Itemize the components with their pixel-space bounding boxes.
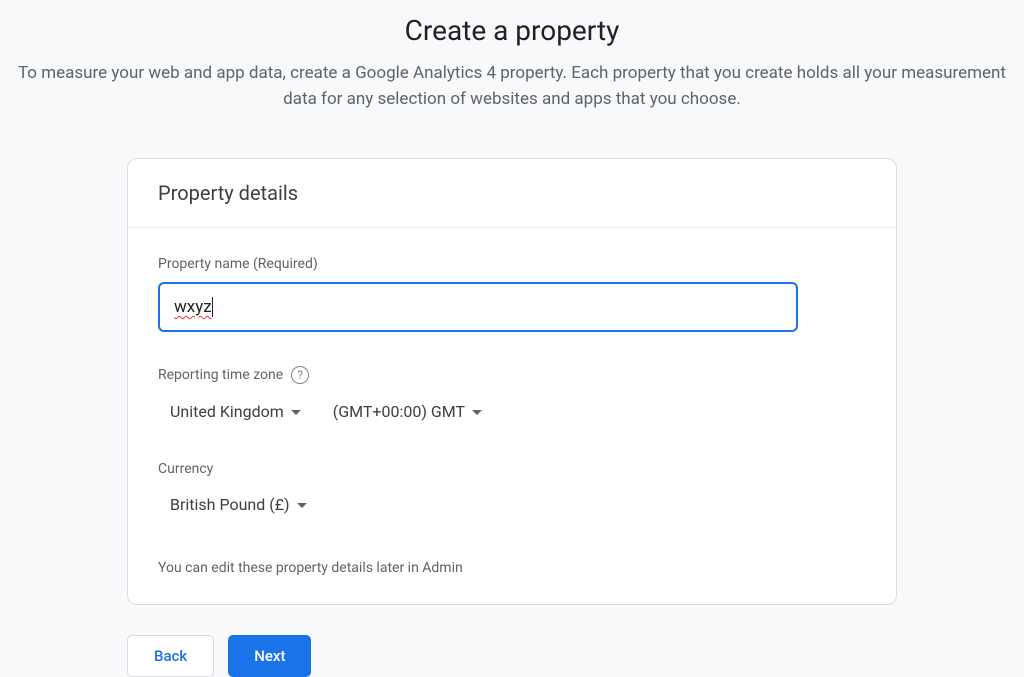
card-title: Property details [158, 181, 866, 205]
timezone-country-dropdown[interactable]: United Kingdom [168, 396, 303, 427]
button-row: Back Next [127, 635, 897, 677]
timezone-section: Reporting time zone ? United Kingdom (GM… [158, 366, 866, 427]
timezone-country-value: United Kingdom [170, 402, 284, 421]
caret-down-icon [297, 503, 307, 508]
caret-down-icon [472, 410, 482, 415]
page-description: To measure your web and app data, create… [0, 61, 1024, 112]
next-button[interactable]: Next [228, 635, 311, 677]
card-header: Property details [128, 159, 896, 228]
timezone-label-text: Reporting time zone [158, 367, 283, 383]
caret-down-icon [291, 410, 301, 415]
back-button[interactable]: Back [127, 635, 214, 677]
timezone-offset-value: (GMT+00:00) GMT [333, 402, 465, 421]
property-details-card: Property details Property name (Required… [127, 158, 897, 605]
text-cursor [212, 297, 213, 317]
currency-value: British Pound (£) [170, 495, 290, 514]
currency-section: Currency British Pound (£) [158, 461, 866, 520]
timezone-label: Reporting time zone ? [158, 366, 866, 384]
property-name-value: wxyz [174, 297, 212, 317]
currency-dropdown[interactable]: British Pound (£) [168, 489, 309, 520]
currency-label: Currency [158, 461, 866, 477]
edit-note: You can edit these property details late… [158, 560, 866, 576]
help-icon[interactable]: ? [291, 366, 309, 384]
property-name-label: Property name (Required) [158, 256, 866, 272]
property-name-field: Property name (Required) wxyz [158, 256, 866, 332]
timezone-offset-dropdown[interactable]: (GMT+00:00) GMT [331, 396, 484, 427]
property-name-input[interactable]: wxyz [158, 282, 798, 332]
page-title: Create a property [0, 0, 1024, 61]
